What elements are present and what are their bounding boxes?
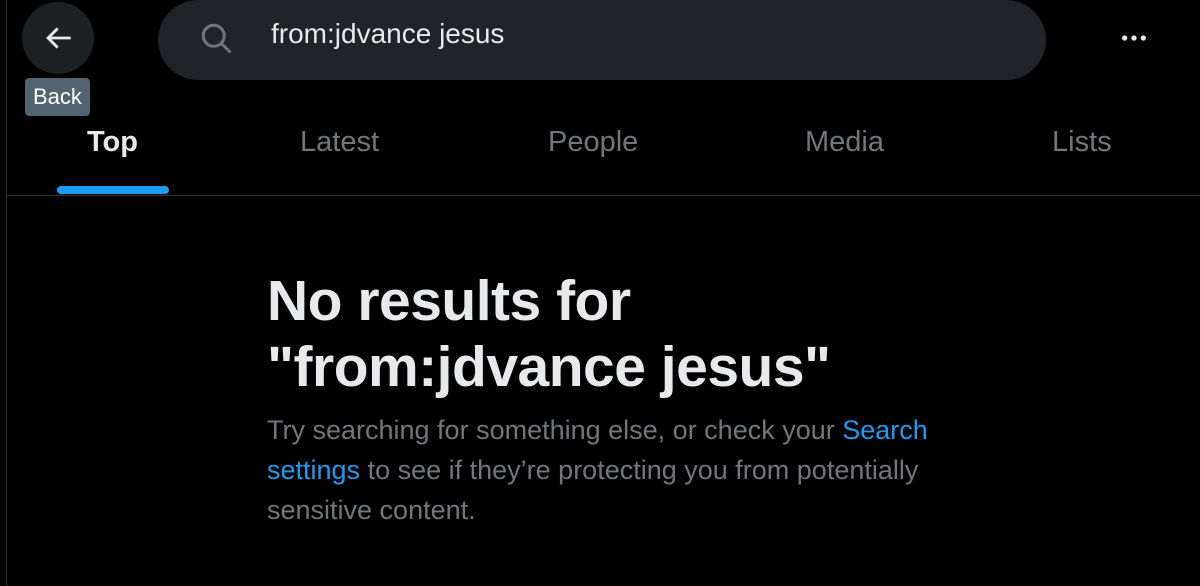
tab-label: People <box>548 126 639 158</box>
tab-label: Lists <box>1052 126 1112 158</box>
tab-lists[interactable]: Lists <box>1052 118 1112 196</box>
tab-people[interactable]: People <box>548 118 638 196</box>
search-icon <box>201 23 231 53</box>
active-tab-indicator <box>57 186 169 194</box>
search-box[interactable] <box>158 0 1046 80</box>
empty-state-title: No results for "from:jdvance jesus" <box>267 268 967 400</box>
desc-before: Try searching for something else, or che… <box>267 415 835 445</box>
back-button[interactable] <box>22 2 94 74</box>
more-dots-icon <box>1122 35 1146 41</box>
empty-title-line2: "from:jdvance jesus" <box>267 335 831 399</box>
tab-top[interactable]: Top <box>87 118 138 196</box>
search-input[interactable] <box>271 18 971 50</box>
more-options-button[interactable] <box>1112 16 1156 60</box>
arrow-left-icon <box>46 27 71 49</box>
tab-latest[interactable]: Latest <box>300 118 379 196</box>
desc-after: to see if they’re protecting you from po… <box>267 455 919 525</box>
back-tooltip: Back <box>25 78 90 116</box>
empty-state-description: Try searching for something else, or che… <box>267 410 967 530</box>
tab-label: Latest <box>300 126 379 158</box>
tab-label: Top <box>87 126 138 158</box>
search-tabs: Top Latest People Media Lists <box>7 118 1200 196</box>
empty-state: No results for "from:jdvance jesus" Try … <box>267 268 967 530</box>
tab-label: Media <box>805 126 884 158</box>
empty-title-line1: No results for <box>267 269 631 333</box>
tab-media[interactable]: Media <box>805 118 884 196</box>
